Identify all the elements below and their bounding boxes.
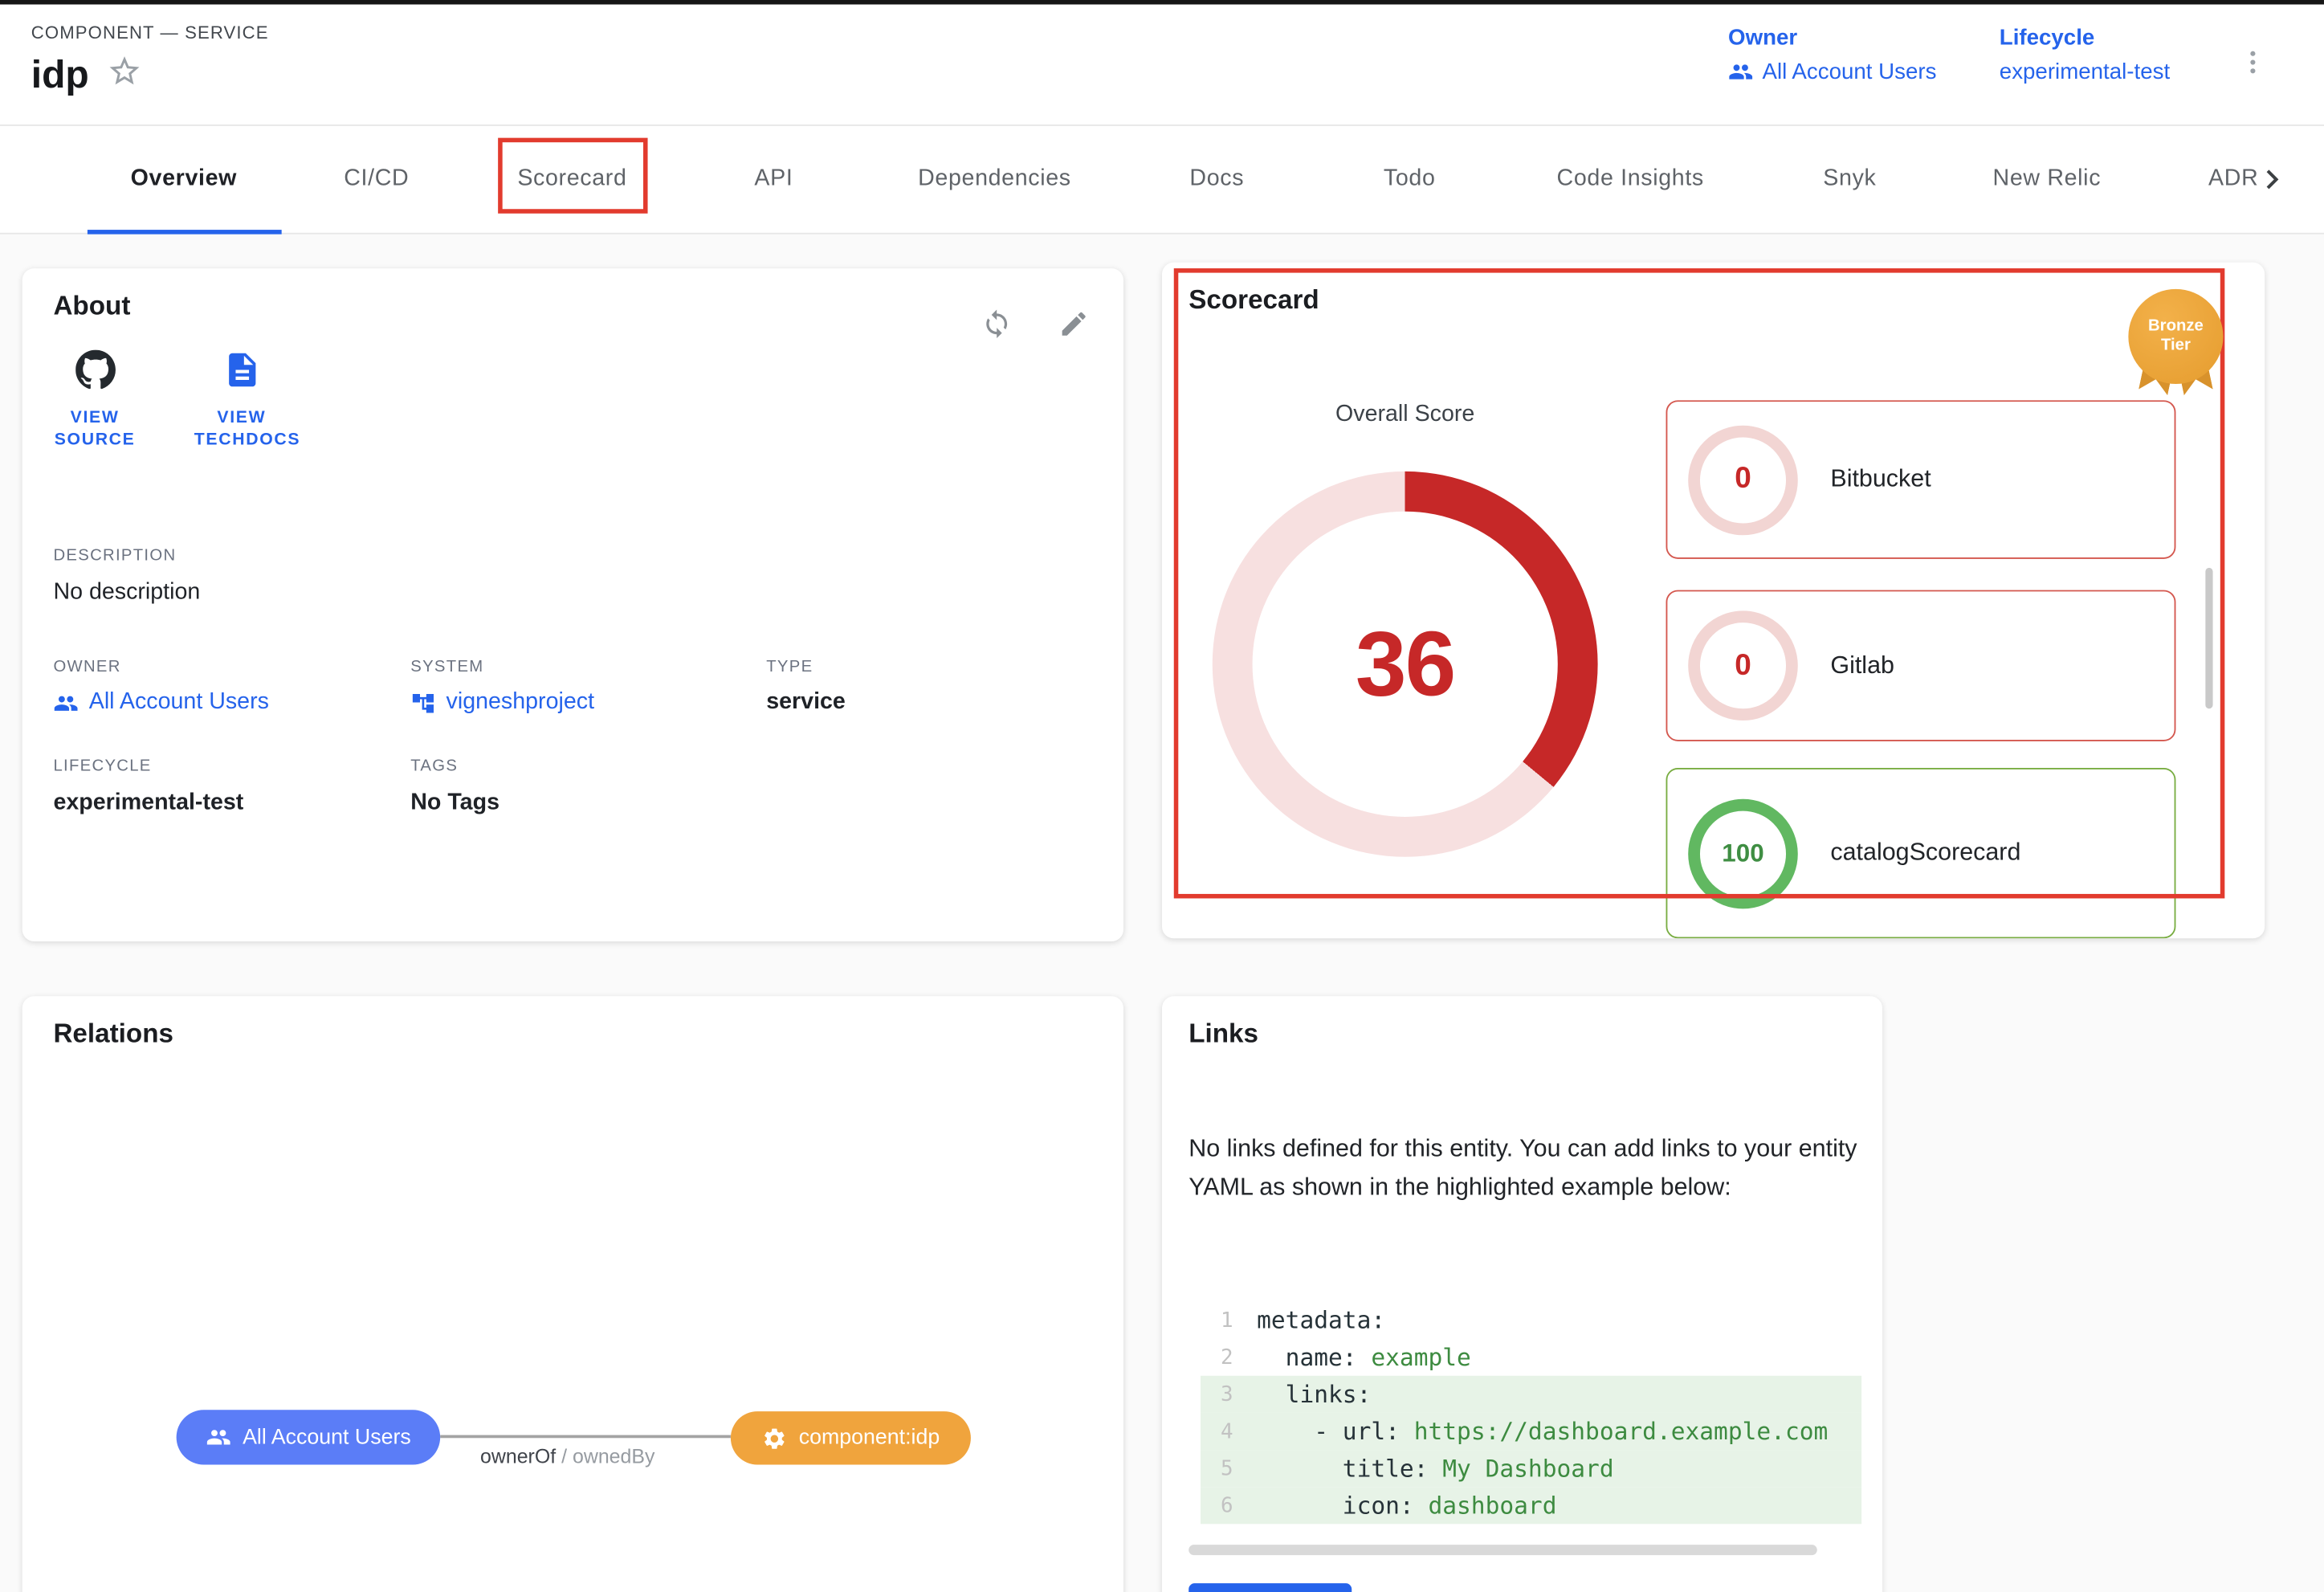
gear-icon (762, 1426, 787, 1451)
group-icon (1728, 59, 1753, 84)
group-icon (53, 690, 78, 715)
page-title: idp (31, 52, 89, 98)
lifecycle-label: LIFECYCLE (53, 757, 151, 775)
relations-title: Relations (53, 1018, 173, 1050)
type-label: TYPE (766, 658, 813, 676)
description-label: DESCRIPTION (53, 547, 176, 565)
scorecard-title: Scorecard (1189, 284, 1319, 316)
entity-header: COMPONENT — SERVICE idp Owner All Accoun… (0, 5, 2324, 126)
header-lifecycle-block: Lifecycle experimental-test (2000, 25, 2170, 84)
scorecard-item-gitlab[interactable]: 0 Gitlab (1666, 590, 2176, 741)
page: COMPONENT — SERVICE idp Owner All Accoun… (0, 0, 2324, 1592)
view-techdocs-button[interactable]: VIEW TECHDOCS (194, 350, 289, 452)
tags-value: No Tags (410, 790, 499, 817)
tab-cicd[interactable]: CI/CD (344, 125, 409, 233)
scorecard-card: Scorecard Bronze Tier Overall Score 36 0… (1162, 263, 2265, 939)
scorecard-item-score: 0 (1688, 425, 1798, 535)
code-line-highlighted: 6 icon: dashboard (1201, 1487, 1861, 1524)
header-owner-block: Owner All Account Users (1728, 25, 1936, 84)
header-owner-label: Owner (1728, 25, 1936, 50)
scorecard-item-list: 0 Bitbucket 0 Gitlab 100 catalogScorecar… (1666, 400, 2176, 938)
relation-edge (440, 1435, 731, 1439)
tab-todo[interactable]: Todo (1384, 125, 1436, 233)
github-icon (75, 370, 115, 395)
about-title: About (53, 291, 130, 322)
view-source-label: VIEW SOURCE (53, 408, 136, 452)
tab-dependencies[interactable]: Dependencies (918, 125, 1071, 233)
code-line: 2 name: example (1201, 1339, 1861, 1376)
tab-code-insights[interactable]: Code Insights (1557, 125, 1704, 233)
active-tab-underline (88, 230, 282, 235)
content-area: About VIEW SOURCE VIEW TECHDOCS DESCRIPT… (0, 233, 2324, 1592)
tab-adr[interactable]: ADR (2208, 125, 2259, 233)
scorecard-item-score: 0 (1688, 610, 1798, 720)
annotation-scorecard-tab (498, 138, 647, 214)
lifecycle-value: experimental-test (53, 790, 243, 817)
owner-label: OWNER (53, 658, 120, 676)
description-value: No description (53, 580, 200, 606)
tab-overview[interactable]: Overview (131, 125, 237, 233)
tab-new-relic[interactable]: New Relic (1993, 125, 2102, 233)
scorecard-item-name: Bitbucket (1830, 466, 1931, 494)
scorecard-item-bitbucket[interactable]: 0 Bitbucket (1666, 400, 2176, 558)
window-top-edge (0, 0, 2324, 5)
tab-bar: Overview CI/CD Scorecard API Dependencie… (0, 125, 2324, 235)
header-lifecycle-value: experimental-test (2000, 59, 2170, 84)
scorecard-item-score: 100 (1688, 798, 1798, 908)
code-line-highlighted: 5 title: My Dashboard (1201, 1450, 1861, 1487)
about-card: About VIEW SOURCE VIEW TECHDOCS DESCRIPT… (22, 268, 1123, 941)
bronze-tier-badge: Bronze Tier (2128, 289, 2223, 384)
overall-score-value: 36 (1213, 471, 1598, 857)
system-tree-icon (410, 690, 435, 715)
edit-pencil-icon[interactable] (1051, 301, 1095, 345)
header-owner-link[interactable]: All Account Users (1728, 59, 1936, 84)
scorecard-scrollbar[interactable] (2205, 568, 2212, 708)
overall-score-label: Overall Score (1257, 402, 1553, 428)
refresh-icon[interactable] (974, 301, 1018, 345)
view-techdocs-label: VIEW TECHDOCS (194, 408, 289, 452)
scorecard-item-name: Gitlab (1830, 651, 1894, 680)
code-line-highlighted: 3 links: (1201, 1376, 1861, 1413)
links-card: Links No links defined for this entity. … (1162, 996, 1882, 1592)
techdocs-document-icon (222, 370, 262, 395)
tab-docs[interactable]: Docs (1189, 125, 1244, 233)
scorecard-item-name: catalogScorecard (1830, 839, 2020, 867)
links-title: Links (1189, 1018, 1258, 1050)
tabs-scroll-chevron-right-icon[interactable] (2253, 160, 2291, 198)
system-label: SYSTEM (410, 658, 483, 676)
clipped-blue-button[interactable] (1189, 1583, 1352, 1592)
breadcrumb: COMPONENT — SERVICE (31, 22, 269, 43)
code-horizontal-scrollbar[interactable] (1189, 1545, 1817, 1555)
tab-snyk[interactable]: Snyk (1823, 125, 1876, 233)
tags-label: TAGS (410, 757, 458, 775)
relations-card: Relations ownerOf / ownedBy All Account … (22, 996, 1123, 1592)
tab-api[interactable]: API (754, 125, 793, 233)
links-empty-message: No links defined for this entity. You ca… (1189, 1129, 1858, 1206)
code-line: 1metadata: (1201, 1301, 1861, 1338)
bronze-tier-label: Bronze Tier (2128, 289, 2223, 384)
scorecard-item-catalogscorecard[interactable]: 100 catalogScorecard (1666, 768, 2176, 938)
relation-edge-label: ownerOf / ownedBy (480, 1446, 654, 1468)
relation-node-owner[interactable]: All Account Users (177, 1410, 441, 1464)
group-icon (206, 1425, 230, 1450)
kebab-menu-icon[interactable] (2235, 40, 2270, 84)
favorite-star-icon[interactable] (107, 53, 142, 96)
yaml-example-code: 1metadata: 2 name: example 3 links: 4 - … (1201, 1301, 1861, 1524)
view-source-button[interactable]: VIEW SOURCE (53, 350, 136, 452)
header-lifecycle-label: Lifecycle (2000, 25, 2170, 50)
overall-score-donut: 36 (1213, 471, 1598, 857)
owner-link[interactable]: All Account Users (53, 689, 268, 716)
relation-node-component[interactable]: component:idp (731, 1411, 971, 1464)
system-link[interactable]: vigneshproject (410, 689, 594, 716)
code-line-highlighted: 4 - url: https://dashboard.example.com (1201, 1413, 1861, 1450)
type-value: service (766, 689, 846, 716)
